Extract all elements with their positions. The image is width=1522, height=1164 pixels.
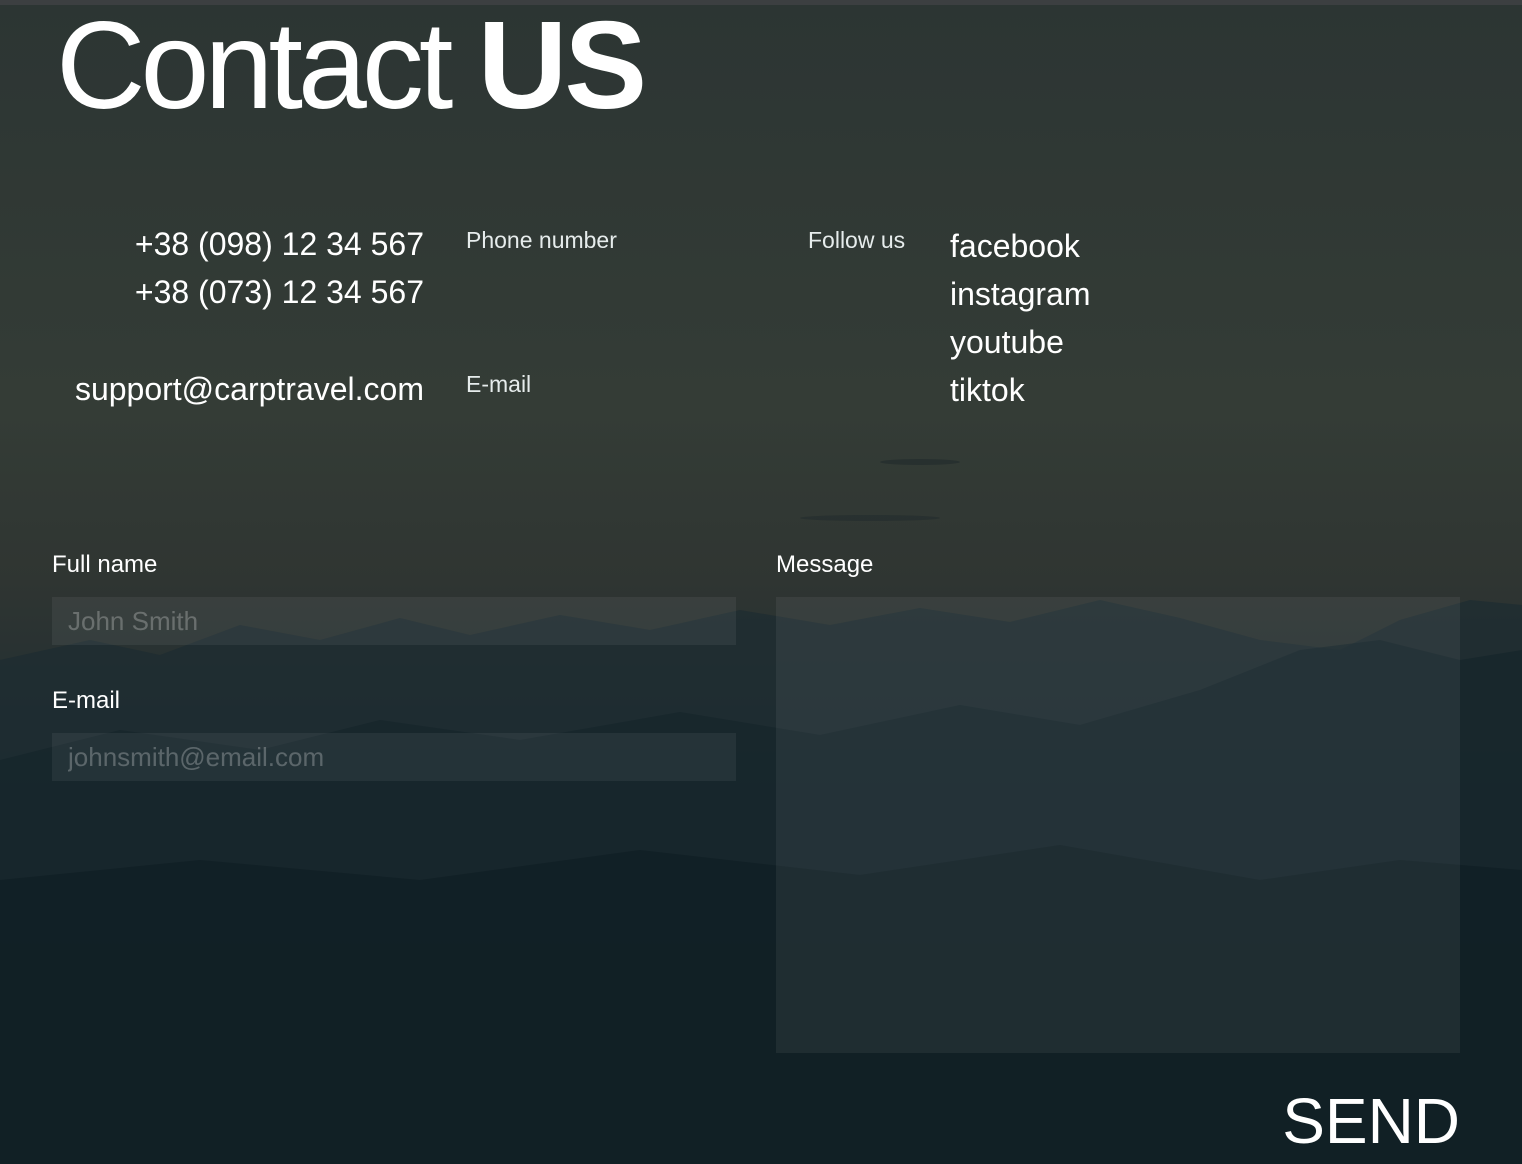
phone-number-label: Phone number (466, 227, 617, 253)
full-name-input[interactable] (52, 597, 736, 645)
email-label: E-mail (466, 371, 532, 397)
email-link[interactable]: support@carptravel.com (75, 369, 424, 409)
email-input[interactable] (52, 733, 736, 781)
phone-link-2[interactable]: +38 (073) 12 34 567 (135, 272, 424, 312)
message-textarea[interactable] (776, 597, 1460, 1053)
youtube-link[interactable]: youtube (950, 324, 1064, 360)
social-item-tiktok: tiktok (950, 366, 1091, 414)
follow-us-label: Follow us (808, 227, 906, 253)
tiktok-link[interactable]: tiktok (950, 372, 1025, 408)
social-item-youtube: youtube (950, 318, 1091, 366)
page-title: Contact US (56, 0, 647, 135)
message-label: Message (776, 551, 874, 578)
social-item-facebook: facebook (950, 222, 1091, 270)
email-field-label: E-mail (52, 687, 121, 714)
facebook-link[interactable]: facebook (950, 228, 1080, 264)
phone-link-1[interactable]: +38 (098) 12 34 567 (135, 224, 424, 264)
instagram-link[interactable]: instagram (950, 276, 1091, 312)
social-item-instagram: instagram (950, 270, 1091, 318)
social-links-list: facebook instagram youtube tiktok (950, 222, 1091, 414)
title-light-part: Contact (56, 0, 453, 135)
send-button[interactable]: SEND (1282, 1086, 1460, 1156)
full-name-label: Full name (52, 551, 158, 578)
title-bold-part: US (477, 0, 647, 135)
